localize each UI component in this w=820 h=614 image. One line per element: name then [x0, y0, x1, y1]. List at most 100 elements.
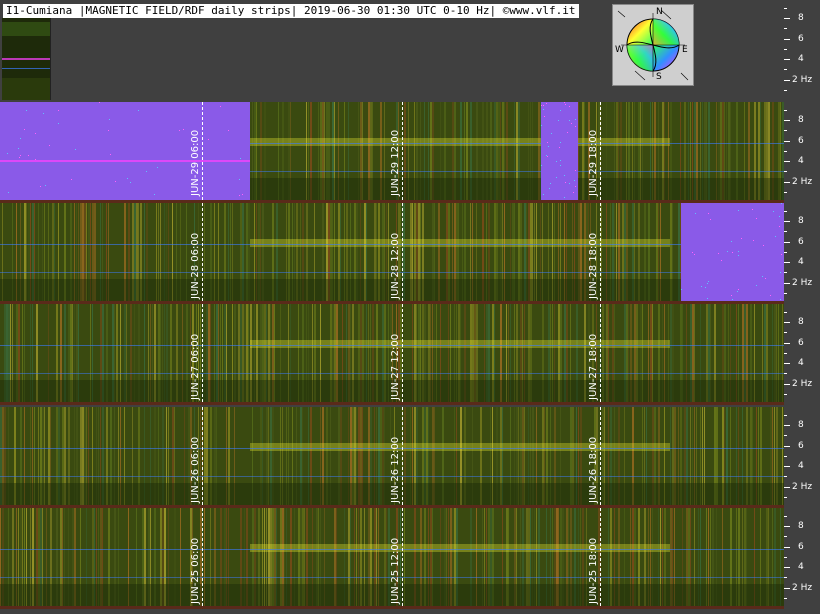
axis-tick-label: 4	[798, 257, 804, 267]
time-label: JUN-29 06:00	[190, 129, 201, 196]
strip-divider	[0, 606, 784, 609]
axis-minor-tick	[784, 456, 787, 457]
rdf-compass-rose: N S E W	[612, 4, 694, 86]
time-marker-line	[600, 508, 601, 606]
axis-tick-label: 4	[798, 358, 804, 368]
axis-minor-tick	[784, 252, 787, 253]
header-panel: I1-Cumiana |MAGNETIC FIELD/RDF daily str…	[0, 0, 784, 102]
time-label: JUN-28 06:00	[190, 232, 201, 299]
axis-tick-label: 8	[798, 115, 804, 125]
axis-tick-label: 4	[798, 461, 804, 471]
axis-minor-tick	[784, 211, 787, 212]
time-marker-line	[202, 407, 203, 505]
compass-east-label: E	[682, 45, 688, 55]
axis-minor-tick	[784, 171, 787, 172]
frequency-axis: 8 6 4 2 Hz	[784, 0, 820, 100]
axis-tick	[784, 120, 790, 121]
axis-tick	[784, 588, 790, 589]
frequency-axis: 8 6 4 2 Hz	[784, 304, 820, 404]
axis-tick	[784, 487, 790, 488]
axis-tick	[784, 221, 790, 222]
frequency-axis: 8 6 4 2 Hz	[784, 203, 820, 303]
axis-minor-tick	[784, 28, 787, 29]
axis-minor-tick	[784, 373, 787, 374]
axis-minor-tick	[784, 577, 787, 578]
axis-minor-tick	[784, 536, 787, 537]
axis-tick-label: 2 Hz	[792, 379, 813, 389]
axis-minor-tick	[784, 312, 787, 313]
compass-north-label: N	[656, 7, 663, 17]
spectrogram-strip: JUN-26 06:00 JUN-26 12:00 JUN-26 18:00	[0, 407, 784, 505]
axis-tick-label: 2 Hz	[792, 278, 813, 288]
time-marker-line	[600, 102, 601, 200]
thumbnail-spectrogram	[2, 18, 51, 100]
axis-minor-tick	[784, 557, 787, 558]
axis-tick-label: 2 Hz	[792, 583, 813, 593]
axis-tick-label: 8	[798, 521, 804, 531]
axis-minor-tick	[784, 69, 787, 70]
axis-minor-tick	[784, 497, 787, 498]
axis-tick	[784, 39, 790, 40]
axis-minor-tick	[784, 415, 787, 416]
compass-south-label: S	[656, 72, 662, 82]
page-title: I1-Cumiana |MAGNETIC FIELD/RDF daily str…	[3, 4, 579, 18]
axis-minor-tick	[784, 293, 787, 294]
time-label: JUN-25 18:00	[588, 537, 599, 604]
time-label: JUN-25 06:00	[190, 537, 201, 604]
axis-tick-label: 2 Hz	[792, 177, 813, 187]
time-marker-line	[402, 203, 403, 301]
axis-tick	[784, 182, 790, 183]
axis-tick	[784, 567, 790, 568]
time-marker-line	[402, 508, 403, 606]
time-marker-line	[402, 102, 403, 200]
axis-tick-label: 4	[798, 562, 804, 572]
frequency-axis: 8 6 4 2 Hz	[784, 407, 820, 507]
spectrogram-strip: JUN-28 06:00 JUN-28 12:00 JUN-28 18:00	[0, 203, 784, 301]
axis-minor-tick	[784, 516, 787, 517]
axis-minor-tick	[784, 49, 787, 50]
axis-tick	[784, 18, 790, 19]
axis-minor-tick	[784, 151, 787, 152]
time-label: JUN-29 12:00	[390, 129, 401, 196]
axis-minor-tick	[784, 192, 787, 193]
axis-tick-label: 8	[798, 317, 804, 327]
axis-tick-label: 8	[798, 13, 804, 23]
time-marker-line	[402, 407, 403, 505]
time-label: JUN-28 18:00	[588, 232, 599, 299]
time-marker-line	[202, 508, 203, 606]
time-marker-line	[202, 304, 203, 402]
axis-tick-label: 6	[798, 237, 804, 247]
axis-tick	[784, 446, 790, 447]
axis-tick-label: 8	[798, 420, 804, 430]
axis-tick-label: 6	[798, 542, 804, 552]
axis-minor-tick	[784, 90, 787, 91]
time-label: JUN-27 18:00	[588, 333, 599, 400]
time-label: JUN-25 12:00	[390, 537, 401, 604]
axis-tick	[784, 242, 790, 243]
frequency-axis: 8 6 4 2 Hz	[784, 102, 820, 202]
axis-tick	[784, 466, 790, 467]
axis-tick-label: 6	[798, 136, 804, 146]
axis-minor-tick	[784, 130, 787, 131]
time-marker-line	[600, 203, 601, 301]
axis-tick-label: 6	[798, 338, 804, 348]
time-marker-line	[202, 203, 203, 301]
axis-tick-label: 6	[798, 34, 804, 44]
axis-minor-tick	[784, 476, 787, 477]
time-label: JUN-26 12:00	[390, 436, 401, 503]
axis-tick	[784, 547, 790, 548]
compass-wheel-icon	[617, 9, 689, 81]
time-label: JUN-28 12:00	[390, 232, 401, 299]
axis-minor-tick	[784, 272, 787, 273]
axis-tick	[784, 526, 790, 527]
time-marker-line	[402, 304, 403, 402]
time-label: JUN-27 12:00	[390, 333, 401, 400]
frequency-axis: 8 6 4 2 Hz	[784, 508, 820, 608]
axis-tick	[784, 384, 790, 385]
axis-minor-tick	[784, 110, 787, 111]
axis-tick	[784, 161, 790, 162]
axis-minor-tick	[784, 332, 787, 333]
axis-minor-tick	[784, 435, 787, 436]
axis-tick-label: 4	[798, 54, 804, 64]
axis-tick	[784, 283, 790, 284]
